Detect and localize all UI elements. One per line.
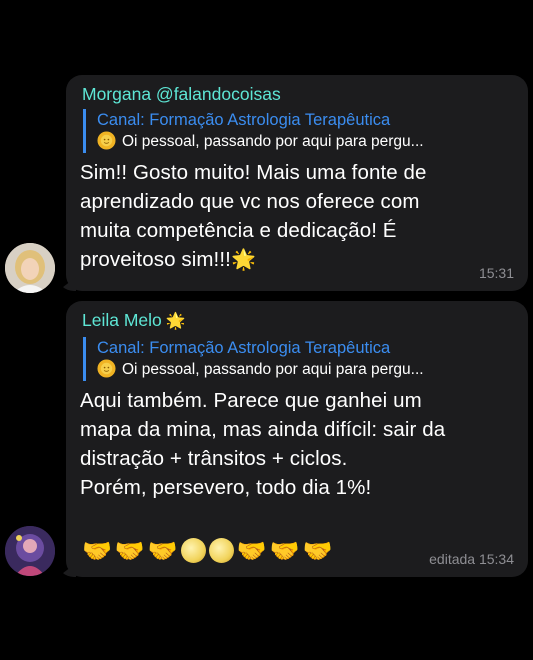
reply-snippet: Oi pessoal, passando por aqui para pergu… [122,133,424,150]
avatar-photo-icon [5,526,55,576]
emoji-reactions-row: 🤝 🤝 🤝 🤝 🤝 🤝 [82,538,332,566]
full-moon-icon [180,538,206,563]
handshake-icon: 🤝 [236,538,267,565]
handshake-icon: 🤝 [302,538,333,565]
sparkle-star-icon: 🌟 [230,249,256,271]
sun-icon [97,131,116,150]
handshake-icon: 🤝 [82,538,112,565]
timestamp: 15:31 [478,265,514,281]
avatar-photo-icon [5,243,55,293]
handshake-icon: 🤝 [269,538,300,565]
avatar-leila[interactable] [5,526,55,576]
reply-title: Canal: Formação Astrologia Terapêutica [97,111,391,129]
sun-icon [97,359,116,378]
message-bubble[interactable]: Leila Melo 🌟 Canal: Formação Astrologia T… [58,301,528,577]
bubble-tail [58,277,76,291]
reply-text: Oi pessoal, passando por aqui para pergu… [97,359,517,381]
reply-snippet: Oi pessoal, passando por aqui para pergu… [122,361,424,378]
full-moon-icon [208,538,234,563]
reply-quote[interactable]: Canal: Formação Astrologia Terapêutica O… [83,337,514,381]
reply-text: Oi pessoal, passando por aqui para pergu… [97,131,517,153]
message-text: Aqui também. Parece que ganhei um mapa d… [80,389,446,499]
sender-name[interactable]: Leila Melo 🌟 [82,309,514,333]
sender-label: Leila Melo [82,310,162,330]
timestamp: editada 15:34 [429,551,514,567]
message-text: Sim!! Gosto muito! Mais uma fonte de apr… [80,158,514,275]
sparkle-star-icon: 🌟 [165,313,186,330]
bubble-tail [58,563,76,577]
reply-title: Canal: Formação Astrologia Terapêutica [97,339,391,357]
handshake-icon: 🤝 [147,538,178,565]
avatar-morgana[interactable] [5,243,55,293]
reply-quote[interactable]: Canal: Formação Astrologia Terapêutica O… [83,109,514,153]
message-bubble[interactable]: Morgana @falandocoisas Canal: Formação A… [58,75,528,291]
sender-name[interactable]: Morgana @falandocoisas [82,83,514,105]
handshake-icon: 🤝 [114,538,145,565]
